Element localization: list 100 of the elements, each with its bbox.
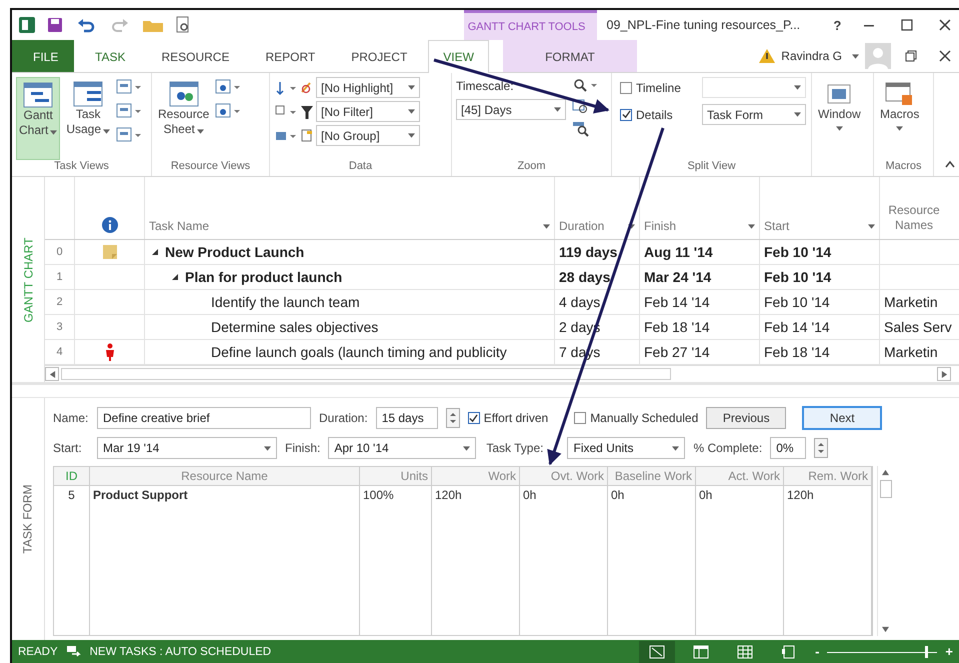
arrow-icon[interactable] xyxy=(882,626,889,633)
gantt-chart-button[interactable]: Gantt Chart xyxy=(16,77,60,160)
user-name[interactable]: Ravindra G xyxy=(781,49,842,63)
finish-field[interactable]: Apr 10 '14 xyxy=(328,437,476,459)
warning-icon xyxy=(759,49,776,63)
task-usage-button[interactable]: Task Usage xyxy=(64,77,112,160)
zoom-out-button[interactable]: - xyxy=(815,644,820,659)
status-text[interactable]: NEW TASKS : AUTO SCHEDULED xyxy=(90,646,272,658)
zoom-in-button[interactable]: + xyxy=(945,644,953,659)
save-icon[interactable] xyxy=(46,16,64,34)
zoom-icon[interactable] xyxy=(572,77,598,93)
spinner-icon[interactable] xyxy=(446,408,460,428)
ribbon-tab[interactable]: RESOURCE xyxy=(146,40,244,72)
group-label: Resource Views xyxy=(170,160,252,174)
group-label: Task Views xyxy=(53,160,110,174)
column-header[interactable]: Duration xyxy=(559,219,604,233)
column-header[interactable]: Task Name xyxy=(149,219,210,233)
view-icon[interactable] xyxy=(116,103,142,119)
scrollbar-thumb[interactable] xyxy=(61,368,671,380)
window-button[interactable]: Window xyxy=(816,77,863,176)
finish-cell: Feb 14 '14 xyxy=(644,294,710,310)
effort-driven-checkbox[interactable]: Effort driven xyxy=(468,411,548,425)
start-field[interactable]: Mar 19 '14 xyxy=(97,437,277,459)
column-header: Resource Name xyxy=(181,469,268,483)
gantt-view-icon[interactable] xyxy=(639,640,676,662)
manually-scheduled-checkbox[interactable]: Manually Scheduled xyxy=(574,411,698,425)
zoom-slider[interactable] xyxy=(827,644,938,658)
view-icon[interactable] xyxy=(116,127,142,143)
collapse-icon[interactable] xyxy=(151,248,159,256)
start-label: Start: xyxy=(53,441,83,455)
table-cell: 100% xyxy=(363,488,394,502)
contextual-tab-group: GANTT CHART TOOLS xyxy=(464,10,596,40)
row-number: 4 xyxy=(56,346,63,358)
resource-sheet-button[interactable]: Resource Sheet xyxy=(156,77,212,160)
filter-dropdown[interactable]: [No Filter] xyxy=(316,101,420,122)
finish-cell: Mar 24 '14 xyxy=(644,269,712,285)
complete-field[interactable]: 0% xyxy=(770,437,806,459)
scrollbar-thumb[interactable] xyxy=(880,480,892,498)
task-name: Identify the launch team xyxy=(211,294,360,310)
collapse-ribbon-icon[interactable] xyxy=(945,160,955,168)
task-name: New Product Launch xyxy=(165,244,304,260)
restore-icon[interactable] xyxy=(905,50,917,62)
ribbon-tab[interactable]: VIEW xyxy=(428,40,489,73)
details-view-dropdown[interactable]: Task Form xyxy=(702,104,806,125)
column-header: Ovt. Work xyxy=(550,469,604,483)
check-icon xyxy=(622,110,630,119)
column-header[interactable]: Start xyxy=(764,219,790,233)
close-icon[interactable] xyxy=(939,19,952,31)
maximize-icon[interactable] xyxy=(901,19,914,31)
task-name: Plan for product launch xyxy=(185,269,342,285)
close-icon[interactable] xyxy=(939,50,951,62)
task-type-dropdown[interactable]: Fixed Units xyxy=(567,437,686,459)
duration-field[interactable]: 15 days xyxy=(376,407,438,429)
spinner-icon[interactable] xyxy=(814,438,828,458)
window-title: 09_NPL-Fine tuning resources_P... xyxy=(606,18,802,32)
finish-label: Finish: xyxy=(285,441,320,455)
next-button[interactable]: Next xyxy=(802,406,882,430)
task-name: Determine sales objectives xyxy=(211,319,378,335)
view-icon[interactable] xyxy=(116,79,142,95)
timescale-dropdown[interactable]: [45] Days xyxy=(456,99,566,120)
arrow-icon[interactable] xyxy=(48,370,56,378)
column-header[interactable]: Resource Names xyxy=(884,203,944,233)
column-header[interactable]: Finish xyxy=(644,219,676,233)
macros-button[interactable]: Macros xyxy=(878,77,922,160)
collapse-icon[interactable] xyxy=(171,273,179,281)
ribbon-tab[interactable]: FORMAT xyxy=(502,40,637,72)
row-number: 3 xyxy=(56,321,63,333)
zoom-entire-icon[interactable] xyxy=(572,99,590,115)
row-number: 0 xyxy=(56,246,63,258)
previous-button[interactable]: Previous xyxy=(706,407,786,429)
ribbon-tab[interactable]: TASK xyxy=(80,40,140,72)
view-icon[interactable] xyxy=(215,79,242,95)
table-cell: 0h xyxy=(699,488,712,502)
row-number: 2 xyxy=(56,296,63,308)
start-cell: Feb 10 '14 xyxy=(764,294,830,310)
highlight-dropdown[interactable]: [No Highlight] xyxy=(316,77,420,98)
ribbon-tab[interactable]: PROJECT xyxy=(336,40,422,72)
arrow-icon[interactable] xyxy=(940,370,948,378)
gantt-chart-icon xyxy=(23,82,54,108)
group-dropdown[interactable]: [No Group] xyxy=(316,125,420,146)
filter-icon[interactable] xyxy=(274,104,314,120)
details-checkbox[interactable]: Details xyxy=(620,108,696,122)
view-label: GANTT CHART xyxy=(21,237,35,322)
table-cell: 0h xyxy=(611,488,624,502)
arrow-icon[interactable] xyxy=(882,469,889,476)
finish-cell: Feb 27 '14 xyxy=(644,344,710,360)
view-label: TASK FORM xyxy=(21,484,35,554)
group-icon[interactable] xyxy=(274,128,314,144)
zoom-selected-icon[interactable] xyxy=(572,121,590,137)
help-button[interactable]: ? xyxy=(829,18,846,32)
name-field[interactable]: Define creative brief xyxy=(97,407,311,429)
ribbon-tab[interactable]: REPORT xyxy=(250,40,330,72)
start-cell: Feb 10 '14 xyxy=(764,244,832,260)
macros-icon xyxy=(884,81,915,107)
view-icon[interactable] xyxy=(215,103,242,119)
timeline-checkbox[interactable]: Timeline xyxy=(620,80,696,94)
column-header: Work xyxy=(488,469,516,483)
group-label: Split View xyxy=(686,160,737,174)
resource-sheet-icon xyxy=(168,81,199,107)
ribbon-tab[interactable]: FILE xyxy=(12,40,74,72)
